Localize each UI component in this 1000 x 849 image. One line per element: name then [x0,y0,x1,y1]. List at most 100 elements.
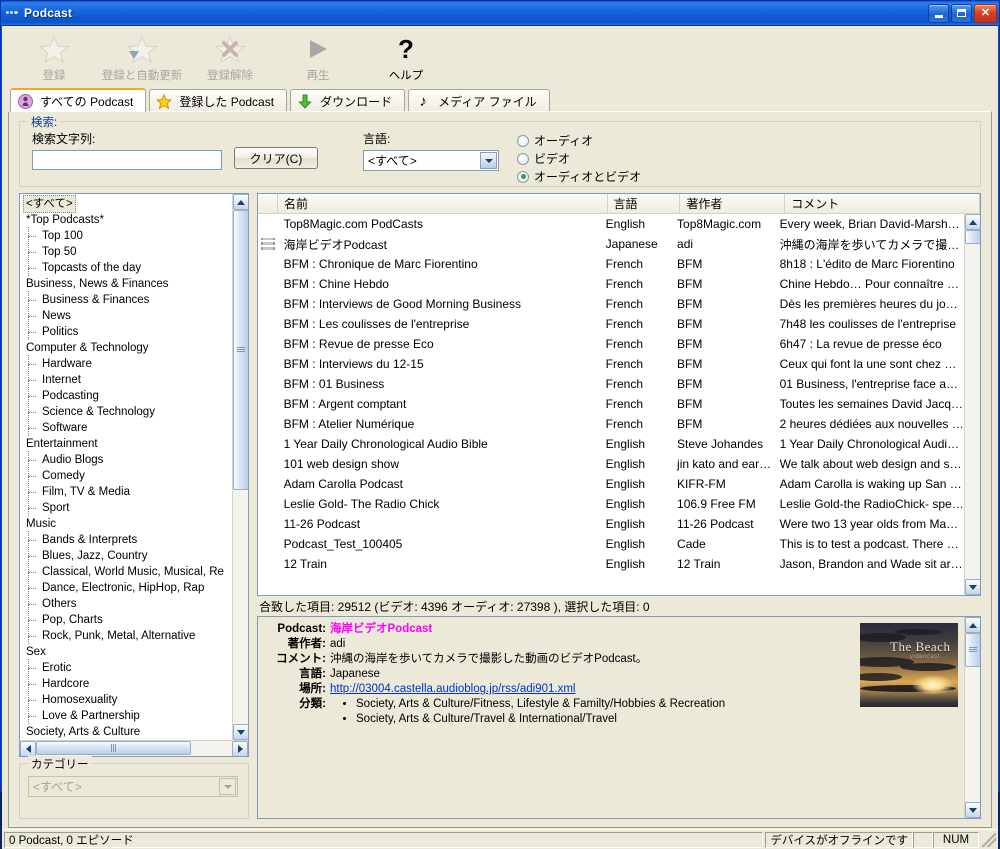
maximize-button[interactable] [951,3,972,23]
tree-node[interactable]: Classical, World Music, Musical, Re [23,563,232,580]
list-scroll-thumb[interactable] [964,230,980,244]
list-vertical-scrollbar[interactable] [964,214,980,595]
tree-node[interactable]: Internet [23,371,232,388]
tree-horizontal-scrollbar[interactable] [20,740,248,756]
tree-node[interactable]: Computer & Technology [23,340,232,356]
tree-node[interactable]: Sex [23,644,232,660]
tree-node[interactable]: Business & Finances [23,291,232,308]
tree-node[interactable]: Science & Technology [23,403,232,420]
unsubscribe-button[interactable]: 登録解除 [186,30,274,86]
category-tree-items[interactable]: <すべて> *Top Podcasts* Top 100 Top 50 Topcasts… [20,194,232,740]
category-select[interactable]: <すべて> [28,776,238,797]
tree-node[interactable]: Comedy [23,467,232,484]
tree-hscroll-thumb[interactable] [36,741,191,755]
radio-audio-and-video[interactable]: オーディオとビデオ [517,168,641,185]
tab-all-podcasts[interactable]: すべての Podcast [10,88,147,112]
tree-scroll-down-button[interactable] [232,724,248,740]
tree-node[interactable]: Top 50 [23,243,232,260]
list-scroll-up-button[interactable] [964,214,980,230]
tree-scroll-track[interactable] [232,210,248,724]
tree-scroll-right-button[interactable] [232,741,248,756]
tree-node[interactable]: Dance, Electronic, HipHop, Rap [23,579,232,596]
tree-node[interactable]: Business, News & Finances [23,276,232,292]
radio-video[interactable]: ビデオ [517,150,641,167]
subscribe-button[interactable]: 登録 [10,30,98,86]
table-row[interactable]: 101 web design show English jin kato and e… [258,454,964,474]
podcast-list-header[interactable]: 名前 言語 著作者 コメント [258,194,980,214]
clear-button[interactable]: クリア(C) [234,147,318,169]
tree-node[interactable]: Film, TV & Media [23,483,232,500]
list-scroll-track[interactable] [964,230,980,579]
detail-scroll-thumb[interactable] [964,633,980,667]
radio-audio[interactable]: オーディオ [517,132,641,149]
chevron-down-icon[interactable] [219,778,236,795]
tree-node[interactable]: Rock, Punk, Metal, Alternative [23,627,232,644]
tree-node[interactable]: News [23,307,232,324]
tree-node[interactable]: Entertainment [23,436,232,452]
podcast-list[interactable]: 名前 言語 著作者 コメント Top8Magic.com PodCasts Englis… [257,193,981,596]
table-row[interactable]: BFM : 01 Business French BFM 01 Business, l… [258,374,964,394]
list-scroll-down-button[interactable] [964,579,980,595]
table-row[interactable]: Adam Carolla Podcast English KIFR-FM Adam C… [258,474,964,494]
list-header-column[interactable]: 言語 [608,194,681,213]
table-row[interactable]: Podcast_Test_100405 English Cade This is to… [258,534,964,554]
tree-node[interactable]: Others [23,595,232,612]
table-row[interactable]: Leslie Gold- The Radio Chick English 106.9… [258,494,964,514]
table-row[interactable]: BFM : Revue de presse Eco French BFM 6h47 :… [258,334,964,354]
tree-node[interactable]: Hardware [23,355,232,372]
table-row[interactable]: 12 Train English 12 Train Jason, Brandon an… [258,554,964,574]
language-select[interactable]: <すべて> [363,150,499,171]
tree-node[interactable]: Pop, Charts [23,611,232,628]
table-row[interactable]: BFM : Interviews du 12-15 French BFM Ceux q… [258,354,964,374]
close-button[interactable]: ✕ [974,3,997,23]
tree-node[interactable]: <すべて> [23,195,232,213]
tree-node[interactable]: Hardcore [23,675,232,692]
play-button[interactable]: 再生 [274,30,362,86]
table-row[interactable]: BFM : Argent comptant French BFM Toutes les… [258,394,964,414]
chevron-down-icon[interactable] [480,152,497,169]
tree-scroll-up-button[interactable] [232,194,248,210]
tree-node[interactable]: Erotic [23,659,232,676]
tab-downloads[interactable]: ダウンロード [290,89,406,112]
tree-node[interactable]: *Top Podcasts* [23,212,232,228]
tree-node[interactable]: Music [23,516,232,532]
tab-subscribed-podcasts[interactable]: 登録した Podcast [149,89,288,112]
tree-scroll-left-button[interactable] [20,741,36,756]
table-row[interactable]: BFM : Chine Hebdo French BFM Chine Hebdo… P… [258,274,964,294]
podcast-list-rows[interactable]: Top8Magic.com PodCasts English Top8Magic.c… [258,214,964,595]
table-row[interactable]: BFM : Les coulisses de l'entreprise Frenc… [258,314,964,334]
list-header-column[interactable]: コメント [785,194,980,213]
detail-scroll-up-button[interactable] [964,617,980,633]
list-header-column[interactable]: 名前 [278,194,608,213]
tab-media-files[interactable]: ♪ メディア ファイル [408,89,550,112]
resize-grip-icon[interactable] [982,832,996,847]
tree-node[interactable]: Topcasts of the day [23,259,232,276]
table-row[interactable]: BFM : Chronique de Marc Fiorentino French… [258,254,964,274]
minimize-button[interactable] [928,3,949,23]
list-header-icon-column[interactable] [258,194,278,213]
detail-scroll-track[interactable] [964,633,980,802]
tree-hscroll-track[interactable] [36,741,232,756]
table-row[interactable]: 1 Year Daily Chronological Audio Bible En… [258,434,964,454]
tree-node[interactable]: Software [23,419,232,436]
tree-node[interactable]: Audio Blogs [23,451,232,468]
tree-vertical-scrollbar[interactable] [232,194,248,740]
tree-node[interactable]: Love & Partnership [23,707,232,724]
table-row[interactable]: Top8Magic.com PodCasts English Top8Magic.c… [258,214,964,234]
table-row[interactable]: BFM : Atelier Numérique French BFM 2 heures… [258,414,964,434]
list-header-column[interactable]: 著作者 [680,194,786,213]
subscribe-autoupdate-button[interactable]: 登録と自動更新 [98,30,186,86]
category-tree[interactable]: <すべて> *Top Podcasts* Top 100 Top 50 Topcasts… [19,193,249,757]
table-row[interactable]: 海岸ビデオPodcast Japanese adi 沖縄の海岸を歩いてカメラで撮影し… [258,234,964,254]
help-button[interactable]: ? ヘルプ [362,30,450,86]
table-row[interactable]: 11-26 Podcast English 11-26 Podcast Were tw… [258,514,964,534]
tree-node[interactable]: Bands & Interprets [23,531,232,548]
tree-node[interactable]: Sport [23,499,232,516]
search-input[interactable] [32,150,222,170]
tree-node[interactable]: Podcasting [23,387,232,404]
table-row[interactable]: BFM : Interviews de Good Morning Busines… [258,294,964,314]
tree-node[interactable]: Politics [23,323,232,340]
detail-vertical-scrollbar[interactable] [964,617,980,818]
detail-scroll-down-button[interactable] [964,802,980,818]
tree-node[interactable]: Blues, Jazz, Country [23,547,232,564]
